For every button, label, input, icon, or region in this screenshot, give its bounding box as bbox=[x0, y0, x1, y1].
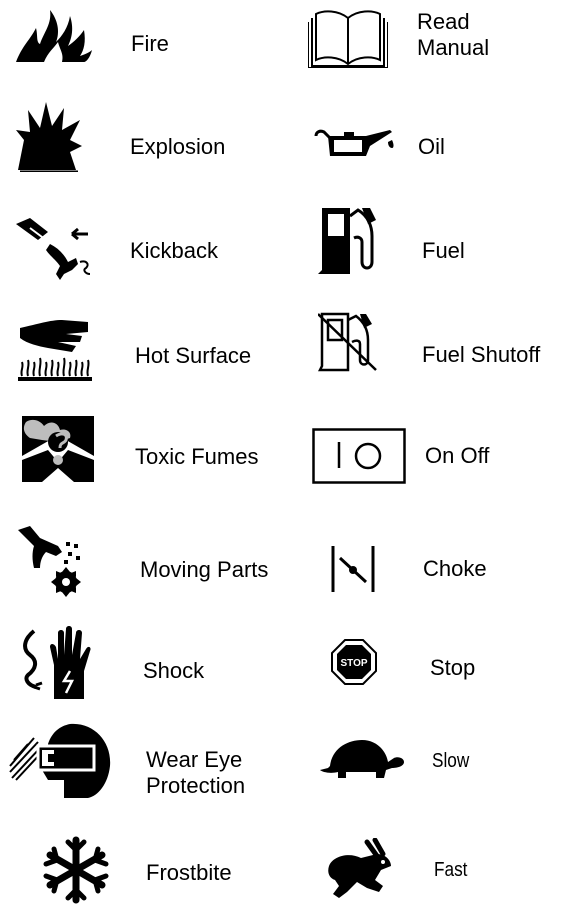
kickback-label: Kickback bbox=[130, 238, 219, 263]
kickback-icon bbox=[16, 218, 91, 280]
oil-label: Oil bbox=[418, 134, 445, 159]
eye-protection-icon bbox=[9, 723, 111, 798]
wear-eye-protection-line-2: Protection bbox=[146, 773, 246, 798]
fuel-label: Fuel bbox=[422, 238, 465, 263]
on-off-label: On Off bbox=[425, 443, 490, 468]
slow-label: Slow bbox=[432, 750, 470, 772]
stop-label: Stop bbox=[430, 655, 476, 680]
explosion-label: Explosion bbox=[130, 134, 226, 159]
fire-icon bbox=[16, 10, 92, 62]
fast-label: Fast bbox=[434, 859, 468, 881]
read-manual-line-2: Manual bbox=[417, 35, 490, 60]
hot-surface-label: Hot Surface bbox=[135, 343, 252, 368]
on-off-switch-icon bbox=[312, 428, 406, 484]
read-manual-line-1: Read bbox=[417, 9, 470, 34]
rabbit-icon bbox=[328, 838, 391, 898]
choke-icon bbox=[331, 546, 375, 592]
fuel-pump-icon bbox=[318, 208, 376, 274]
stop-sign-text: STOP bbox=[340, 658, 367, 669]
choke-label: Choke bbox=[423, 556, 487, 581]
fuel-shutoff-icon bbox=[318, 312, 377, 372]
frostbite-label: Frostbite bbox=[146, 860, 232, 885]
toxic-fumes-label: Toxic Fumes bbox=[135, 444, 259, 469]
oil-can-icon bbox=[314, 129, 394, 156]
shock-icon bbox=[23, 626, 91, 699]
fuel-shutoff-label: Fuel Shutoff bbox=[422, 342, 541, 367]
fire-label: Fire bbox=[131, 31, 169, 56]
read-manual-icon bbox=[308, 10, 388, 68]
wear-eye-protection-label: Wear Eye Protection bbox=[146, 747, 245, 799]
wear-eye-protection-line-1: Wear Eye bbox=[146, 747, 243, 772]
hot-surface-icon bbox=[18, 320, 92, 381]
shock-label: Shock bbox=[143, 658, 205, 683]
toxic-fumes-icon bbox=[22, 416, 94, 482]
stop-sign-icon: STOP bbox=[331, 639, 377, 685]
frostbite-icon bbox=[43, 836, 109, 904]
turtle-icon bbox=[320, 740, 404, 778]
moving-parts-label: Moving Parts bbox=[140, 557, 269, 582]
explosion-icon bbox=[16, 102, 82, 172]
moving-parts-icon bbox=[18, 526, 81, 597]
read-manual-label: Read Manual bbox=[417, 9, 489, 61]
